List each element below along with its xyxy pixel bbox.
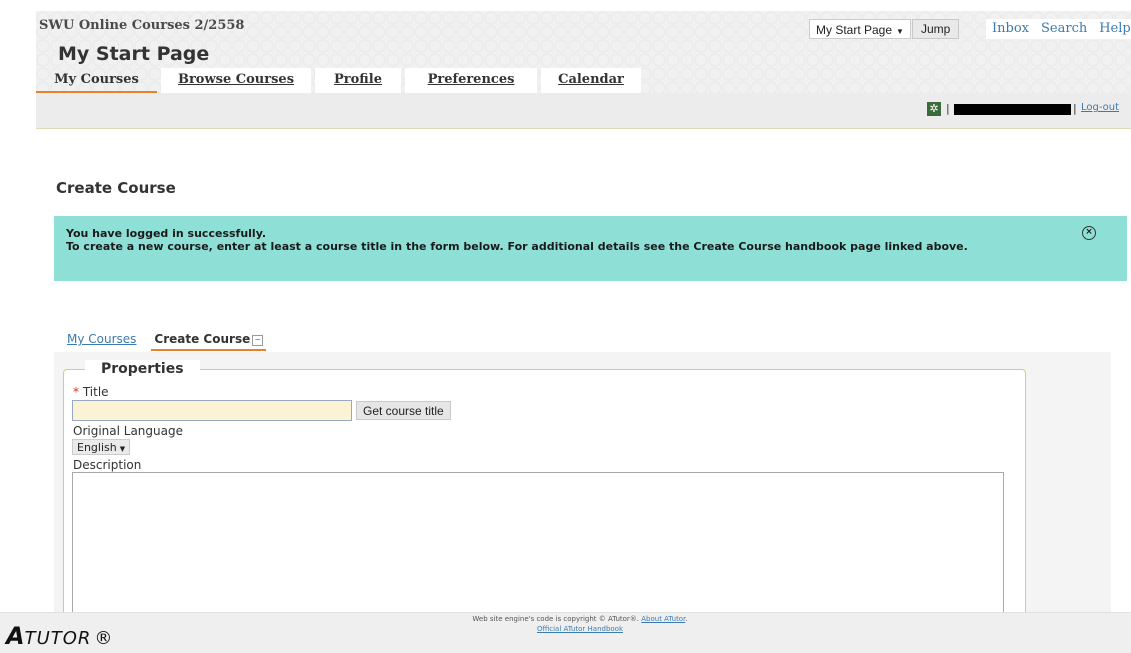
user-bar: ✲ | | Log-out — [36, 93, 1131, 129]
tab-browse-courses[interactable]: Browse Courses — [161, 68, 311, 93]
create-course-heading: Create Course — [56, 179, 176, 197]
chevron-down-icon: ▼ — [119, 445, 126, 453]
feedback-line-2: To create a new course, enter at least a… — [66, 240, 968, 253]
logo-first-letter: A — [6, 622, 25, 650]
page-title: My Start Page — [58, 43, 210, 65]
close-icon[interactable]: × — [1082, 226, 1096, 240]
description-label: Description — [73, 458, 142, 472]
logo-mark: ® — [94, 628, 114, 649]
footer-copyright: Web site engine's code is copyright © AT… — [472, 615, 688, 633]
site-title[interactable]: SWU Online Courses 2/2558 — [39, 18, 244, 33]
header: SWU Online Courses 2/2558 My Start Page ▼… — [36, 11, 1131, 129]
language-select[interactable]: English ▼ — [72, 439, 131, 455]
redacted-username — [954, 104, 1071, 115]
title-label-text: Title — [82, 385, 109, 399]
description-textarea[interactable] — [72, 472, 1004, 617]
handbook-link[interactable]: Official ATutor Handbook — [537, 625, 623, 633]
help-link[interactable]: Help — [1093, 19, 1131, 39]
chevron-down-icon: ▼ — [896, 27, 904, 36]
feedback-message: You have logged in successfully. To crea… — [54, 216, 1127, 281]
subtab-create-course[interactable]: Create Course − — [151, 331, 267, 351]
inbox-link[interactable]: Inbox — [986, 19, 1035, 39]
properties-legend: Properties — [85, 360, 200, 378]
logo-text: TUTOR — [24, 628, 92, 649]
jump-select-value: My Start Page — [816, 23, 893, 37]
tab-my-courses[interactable]: My Courses — [36, 68, 157, 93]
collapse-icon[interactable]: − — [252, 335, 264, 346]
tab-preferences[interactable]: Preferences — [405, 68, 537, 93]
atutor-logo: ATUTOR ® — [6, 622, 113, 650]
subtabs: My Courses Create Course − — [64, 331, 267, 351]
title-label: * Title — [73, 385, 109, 399]
required-mark: * — [73, 385, 79, 399]
top-links: Inbox Search Help — [986, 19, 1131, 39]
feedback-line-1: You have logged in successfully. — [66, 227, 267, 240]
language-select-value: English — [77, 441, 117, 454]
tab-profile[interactable]: Profile — [315, 68, 401, 93]
tab-calendar[interactable]: Calendar — [541, 68, 641, 93]
separator: | — [1073, 102, 1077, 115]
subtab-my-courses[interactable]: My Courses — [64, 331, 139, 351]
jump-button[interactable]: Jump — [912, 19, 960, 39]
language-label: Original Language — [73, 424, 183, 438]
get-course-title-button[interactable]: Get course title — [356, 401, 451, 420]
logout-link[interactable]: Log-out — [1081, 102, 1119, 113]
subtab-create-course-label: Create Course — [154, 332, 251, 346]
gear-icon[interactable]: ✲ — [927, 102, 941, 116]
about-atutor-link[interactable]: About ATutor — [641, 615, 685, 623]
jump-select[interactable]: My Start Page ▼ — [809, 19, 911, 39]
title-input[interactable] — [72, 400, 352, 421]
separator: | — [946, 102, 950, 115]
search-link[interactable]: Search — [1035, 19, 1093, 39]
copyright-text: Web site engine's code is copyright © AT… — [472, 615, 640, 623]
main-nav: My Courses Browse Courses Profile Prefer… — [36, 68, 645, 93]
